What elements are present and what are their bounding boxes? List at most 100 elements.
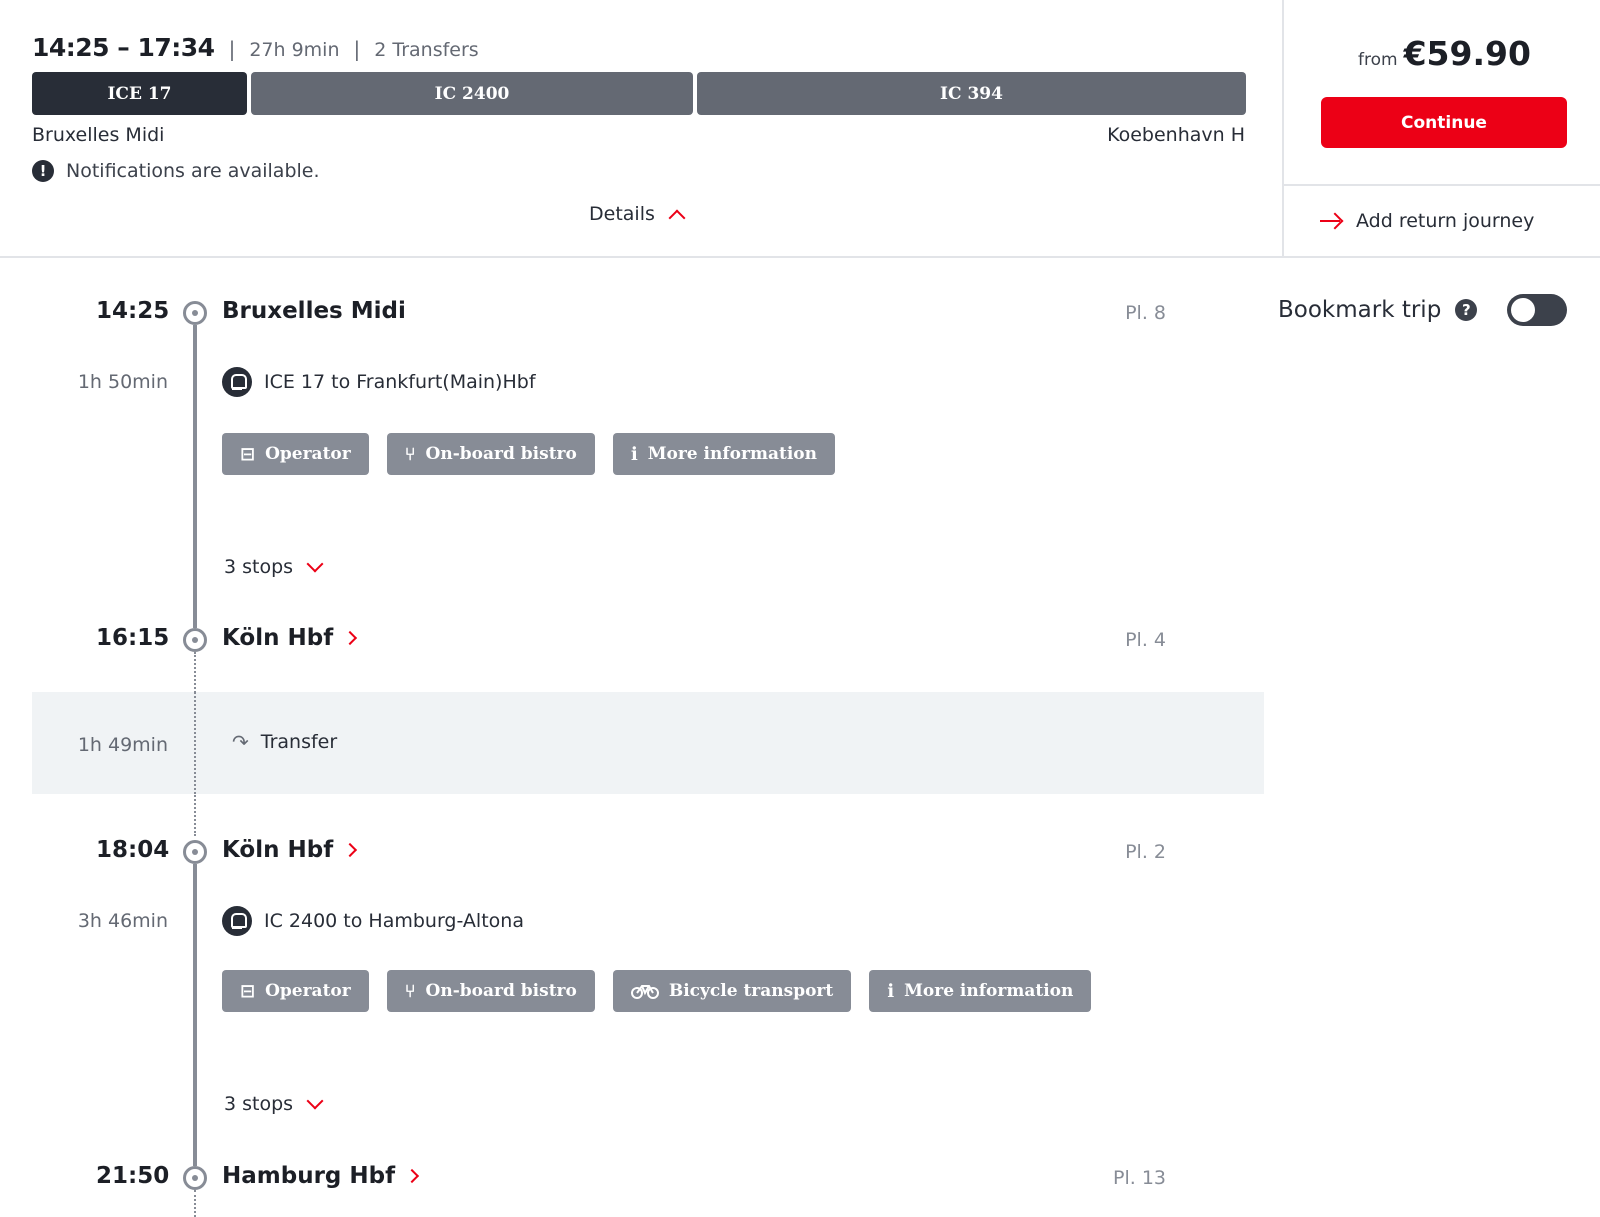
- details-label: Details: [589, 203, 655, 225]
- timeline-transfer-line: [194, 692, 196, 794]
- divider: [1284, 184, 1600, 186]
- transfer-icon: ↷: [232, 730, 249, 754]
- platform-label: Pl. 8: [1125, 302, 1166, 324]
- stop-name-koln-hbf[interactable]: Köln Hbf: [222, 625, 358, 651]
- train-description: ICE 17 to Frankfurt(Main)Hbf: [264, 371, 536, 393]
- stops-toggle[interactable]: 3 stops: [224, 555, 324, 578]
- destination-station: Koebenhavn H: [1107, 124, 1245, 146]
- notice-text: Notifications are available.: [66, 160, 320, 182]
- help-icon[interactable]: ?: [1455, 299, 1478, 321]
- stop-name-koln-hbf[interactable]: Köln Hbf: [222, 837, 358, 863]
- bistro-button[interactable]: ⑂ On-board bistro: [386, 433, 595, 475]
- bookmark-toggle[interactable]: [1507, 294, 1568, 326]
- summary-line: 14:25 – 17:34 | 27h 9min | 2 Transfers: [32, 33, 479, 62]
- stop-name-hamburg-hbf[interactable]: Hamburg Hbf: [222, 1163, 420, 1189]
- transfer-label: Transfer: [260, 731, 338, 753]
- add-return-journey-link[interactable]: Add return journey: [1320, 210, 1534, 232]
- stop-time: 16:15: [96, 625, 170, 651]
- stop-node: [183, 301, 207, 325]
- journey-summary: 14:25 – 17:34 | 27h 9min | 2 Transfers I…: [0, 0, 1282, 258]
- operator-button[interactable]: ⊟ Operator: [222, 433, 369, 475]
- chip-label: More information: [904, 981, 1074, 1001]
- arrow-right-icon: [1320, 213, 1342, 229]
- chevron-up-icon: [668, 209, 686, 227]
- toggle-knob: [1511, 298, 1536, 322]
- chip-label: Operator: [265, 981, 351, 1001]
- price-display: from €59.90: [1358, 34, 1531, 73]
- bookmark-label: Bookmark trip: [1278, 297, 1442, 323]
- chip-label: Bicycle transport: [668, 981, 834, 1001]
- transfer-duration: 1h 49min: [77, 734, 168, 756]
- journey-duration: 27h 9min: [249, 39, 340, 61]
- info-icon: ℹ: [630, 443, 638, 465]
- timeline-line: [193, 325, 197, 628]
- price-value: €59.90: [1403, 34, 1531, 73]
- bicycle-transport-button[interactable]: Bicycle transport: [612, 970, 852, 1012]
- timeline-line-continued: [194, 1190, 196, 1217]
- chevron-right-icon: [343, 842, 358, 858]
- platform-label: Pl. 2: [1125, 841, 1166, 863]
- segment-ic-2400[interactable]: IC 2400: [251, 72, 693, 115]
- price-panel: from €59.90 Continue Add return journey: [1282, 0, 1600, 258]
- timeline-line: [193, 864, 197, 1166]
- chip-label: Operator: [265, 444, 351, 464]
- chevron-right-icon: [405, 1168, 420, 1184]
- train-icon: [222, 367, 252, 397]
- chevron-right-icon: [343, 630, 358, 646]
- add-return-label: Add return journey: [1356, 210, 1535, 232]
- separator: |: [228, 37, 236, 61]
- bookmark-trip: Bookmark trip ?: [1278, 294, 1568, 326]
- notification-notice: ! Notifications are available.: [32, 160, 320, 182]
- cutlery-icon: ⑂: [404, 443, 416, 465]
- platform-label: Pl. 13: [1113, 1167, 1166, 1189]
- stops-label: 3 stops: [224, 556, 294, 578]
- bus-icon: ⊟: [240, 443, 256, 465]
- price-from-label: from: [1358, 50, 1398, 70]
- leg-info-chips: ⊟ Operator ⑂ On-board bistro Bicycle tra…: [222, 970, 1109, 1012]
- stop-time: 21:50: [96, 1163, 170, 1189]
- chip-label: On-board bistro: [425, 444, 577, 464]
- leg-duration: 3h 46min: [77, 910, 168, 932]
- stop-name-label: Hamburg Hbf: [222, 1163, 396, 1189]
- stop-name-label: Köln Hbf: [222, 837, 334, 863]
- stops-toggle[interactable]: 3 stops: [224, 1092, 324, 1115]
- info-icon: ℹ: [887, 980, 895, 1002]
- leg-duration: 1h 50min: [77, 371, 168, 393]
- train-description: IC 2400 to Hamburg-Altona: [264, 910, 524, 932]
- segment-ic-394[interactable]: IC 394: [697, 72, 1246, 115]
- bus-icon: ⊟: [240, 980, 256, 1002]
- stop-time: 18:04: [96, 837, 170, 863]
- journey-times: 14:25 – 17:34: [32, 33, 215, 62]
- stop-name-label: Köln Hbf: [222, 625, 334, 651]
- continue-button[interactable]: Continue: [1321, 97, 1567, 148]
- journey-transfers: 2 Transfers: [374, 39, 479, 61]
- stops-label: 3 stops: [224, 1093, 294, 1115]
- stop-time: 14:25: [96, 298, 170, 324]
- segment-ice-17[interactable]: ICE 17: [32, 72, 247, 115]
- more-information-button[interactable]: ℹ More information: [612, 433, 835, 475]
- transfer-section: [32, 692, 1264, 794]
- platform-label: Pl. 4: [1125, 629, 1166, 651]
- stop-name-label: Bruxelles Midi: [222, 298, 406, 324]
- cutlery-icon: ⑂: [404, 980, 416, 1002]
- operator-button[interactable]: ⊟ Operator: [222, 970, 369, 1012]
- exclamation-circle-icon: !: [32, 160, 54, 182]
- chevron-down-icon: [306, 555, 324, 573]
- stop-node: [183, 628, 207, 652]
- bistro-button[interactable]: ⑂ On-board bistro: [386, 970, 595, 1012]
- train-icon: [222, 906, 252, 936]
- chip-label: On-board bistro: [425, 981, 577, 1001]
- separator: |: [353, 37, 361, 61]
- more-information-button[interactable]: ℹ More information: [869, 970, 1092, 1012]
- chevron-down-icon: [306, 1092, 324, 1110]
- stop-node: [183, 1166, 207, 1190]
- stop-node: [183, 840, 207, 864]
- bicycle-icon: [630, 983, 659, 999]
- details-toggle[interactable]: Details: [589, 203, 686, 227]
- chip-label: More information: [647, 444, 817, 464]
- train-info: ICE 17 to Frankfurt(Main)Hbf: [222, 367, 536, 397]
- transfer-info: ↷ Transfer: [232, 730, 337, 754]
- stop-name-bruxelles-midi: Bruxelles Midi: [222, 298, 406, 324]
- train-info: IC 2400 to Hamburg-Altona: [222, 906, 524, 936]
- leg-info-chips: ⊟ Operator ⑂ On-board bistro ℹ More info…: [222, 433, 853, 475]
